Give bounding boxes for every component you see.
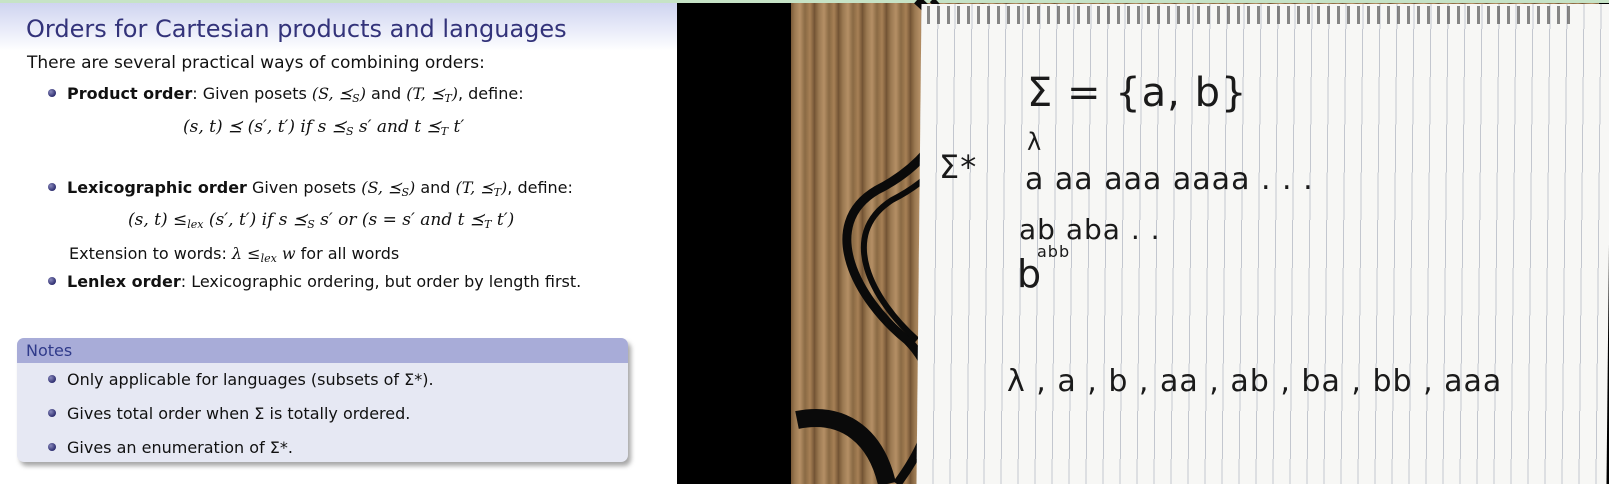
bullet-icon — [48, 375, 56, 383]
notes-title: Notes — [26, 341, 73, 360]
handwritten-a-words: a aa aaa aaaa . . . — [1025, 162, 1314, 197]
slide: Orders for Cartesian products and langua… — [0, 0, 677, 484]
bullet-icon — [48, 183, 56, 191]
notes-item-text: Gives total order when Σ is totally orde… — [67, 404, 411, 423]
poset-t: (T, ⪯T) — [455, 178, 508, 199]
notes-item-text: Only applicable for languages (subsets o… — [67, 370, 434, 389]
product-and-text: and — [365, 84, 407, 103]
product-order-text: : Given posets — [192, 84, 312, 103]
bullet-icon — [48, 443, 56, 451]
bullet-icon — [48, 409, 56, 417]
product-order-term: Product order — [67, 84, 193, 103]
handwritten-b: b — [1017, 252, 1043, 296]
product-order-item: Product order: Given posets (S, ⪯S) and … — [48, 84, 524, 105]
video-feed: Σ = {a, b} λ Σ* a aa aaa aaaa . . . ab a… — [677, 0, 1609, 484]
lex-and-text: and — [415, 178, 456, 197]
bullet-icon — [48, 89, 56, 97]
notes-item-text: Gives an enumeration of Σ*. — [67, 438, 293, 457]
notes-item: Gives total order when Σ is totally orde… — [48, 404, 410, 423]
product-order-formula: (s, t) ⪯ (s′, t′) if s ⪯S s′ and t ⪯T t′ — [183, 117, 465, 138]
lex-extension: Extension to words: λ ≤lex w for all wor… — [69, 244, 400, 265]
lenlex-order-item: Lenlex order: Lexicographic ordering, bu… — [48, 272, 581, 291]
handwritten-alphabet: Σ = {a, b} — [1027, 70, 1248, 116]
slide-title-band: Orders for Cartesian products and langua… — [0, 3, 677, 51]
lex-define-text: , define: — [507, 178, 573, 197]
handwritten-sigma-star: Σ* — [939, 148, 978, 186]
notebook-spiral — [927, 6, 1577, 24]
notes-item: Only applicable for languages (subsets o… — [48, 370, 434, 389]
lenlex-order-text: : Lexicographic ordering, but order by l… — [180, 272, 582, 291]
lex-order-formula: (s, t) ≤lex (s′, t′) if s ⪯S s′ or (s = … — [128, 210, 515, 231]
product-define-text: , define: — [457, 84, 524, 103]
lex-order-term: Lexicographic order — [67, 178, 247, 197]
lex-order-text: Given posets — [246, 178, 362, 197]
slide-title: Orders for Cartesian products and langua… — [26, 15, 567, 43]
handwritten-lenlex-sequence: λ , a , b , aa , ab , ba , bb , aaa — [1007, 364, 1503, 399]
poset-s: (S, ⪯S) — [361, 178, 416, 199]
notes-header: Notes — [17, 338, 628, 363]
bullet-icon — [48, 277, 56, 285]
intro-text: There are several practical ways of comb… — [27, 53, 485, 73]
poset-s: (S, ⪯S) — [311, 84, 366, 105]
notes-item: Gives an enumeration of Σ*. — [48, 438, 293, 457]
lex-order-item: Lexicographic order Given posets (S, ⪯S)… — [48, 178, 573, 199]
lenlex-order-term: Lenlex order — [67, 272, 181, 291]
poset-t: (T, ⪯T) — [406, 84, 458, 105]
handwritten-lambda: λ — [1027, 128, 1043, 156]
notes-block: Notes Only applicable for languages (sub… — [17, 338, 628, 462]
